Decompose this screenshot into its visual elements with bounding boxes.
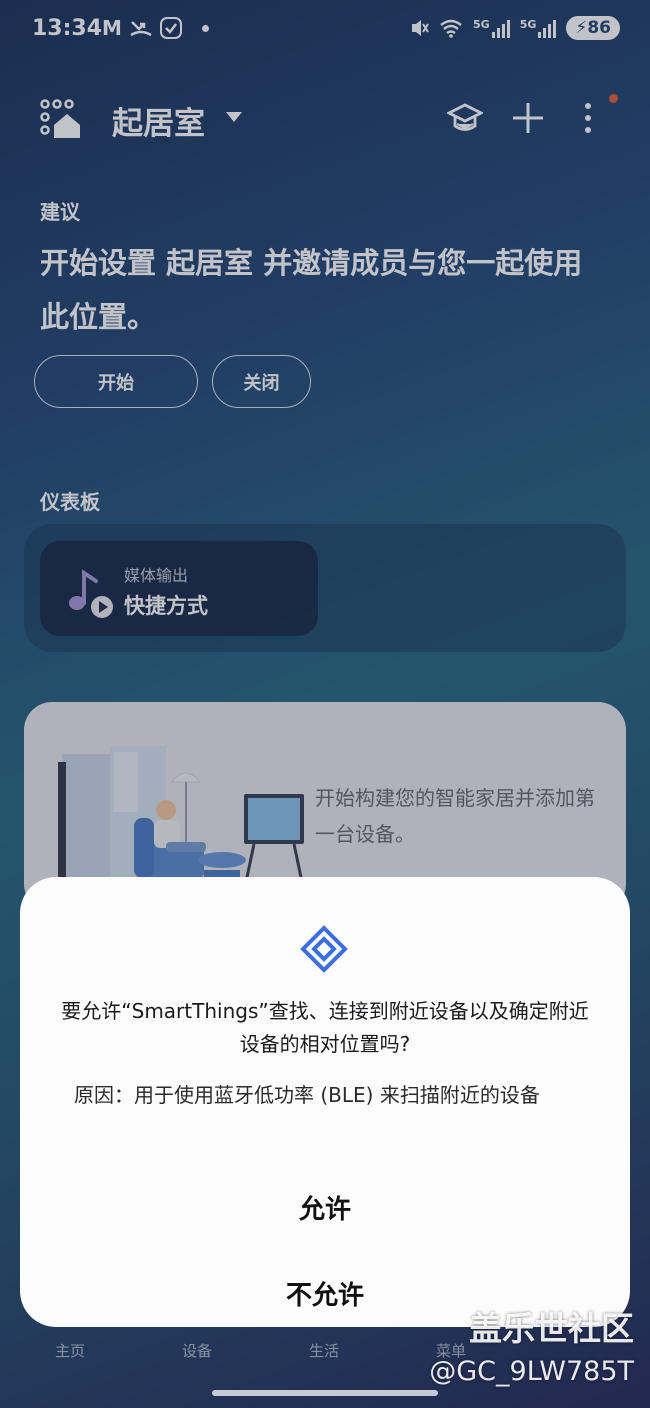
watermark-community: 盖乐世社区 [469,1309,634,1348]
nav-home[interactable]: 主页 [55,1340,85,1361]
allow-button[interactable]: 允许 [60,1179,590,1235]
permission-question: 要允许“SmartThings”查找、连接到附近设备以及确定附近设备的相对位置吗… [61,999,589,1056]
nav-devices[interactable]: 设备 [182,1340,212,1361]
watermark: 盖乐世社区 @GC_9LW785T [429,1302,634,1387]
nav-life[interactable]: 生活 [309,1340,339,1361]
permission-reason: 原因：用于使用蓝牙低功率 (BLE) 来扫描附近的设备 [74,1083,540,1107]
home-indicator[interactable] [212,1390,438,1396]
watermark-user: @GC_9LW785T [429,1356,634,1387]
nearby-devices-icon [300,925,348,973]
permission-dialog: 要允许“SmartThings”查找、连接到附近设备以及确定附近设备的相对位置吗… [20,877,630,1327]
